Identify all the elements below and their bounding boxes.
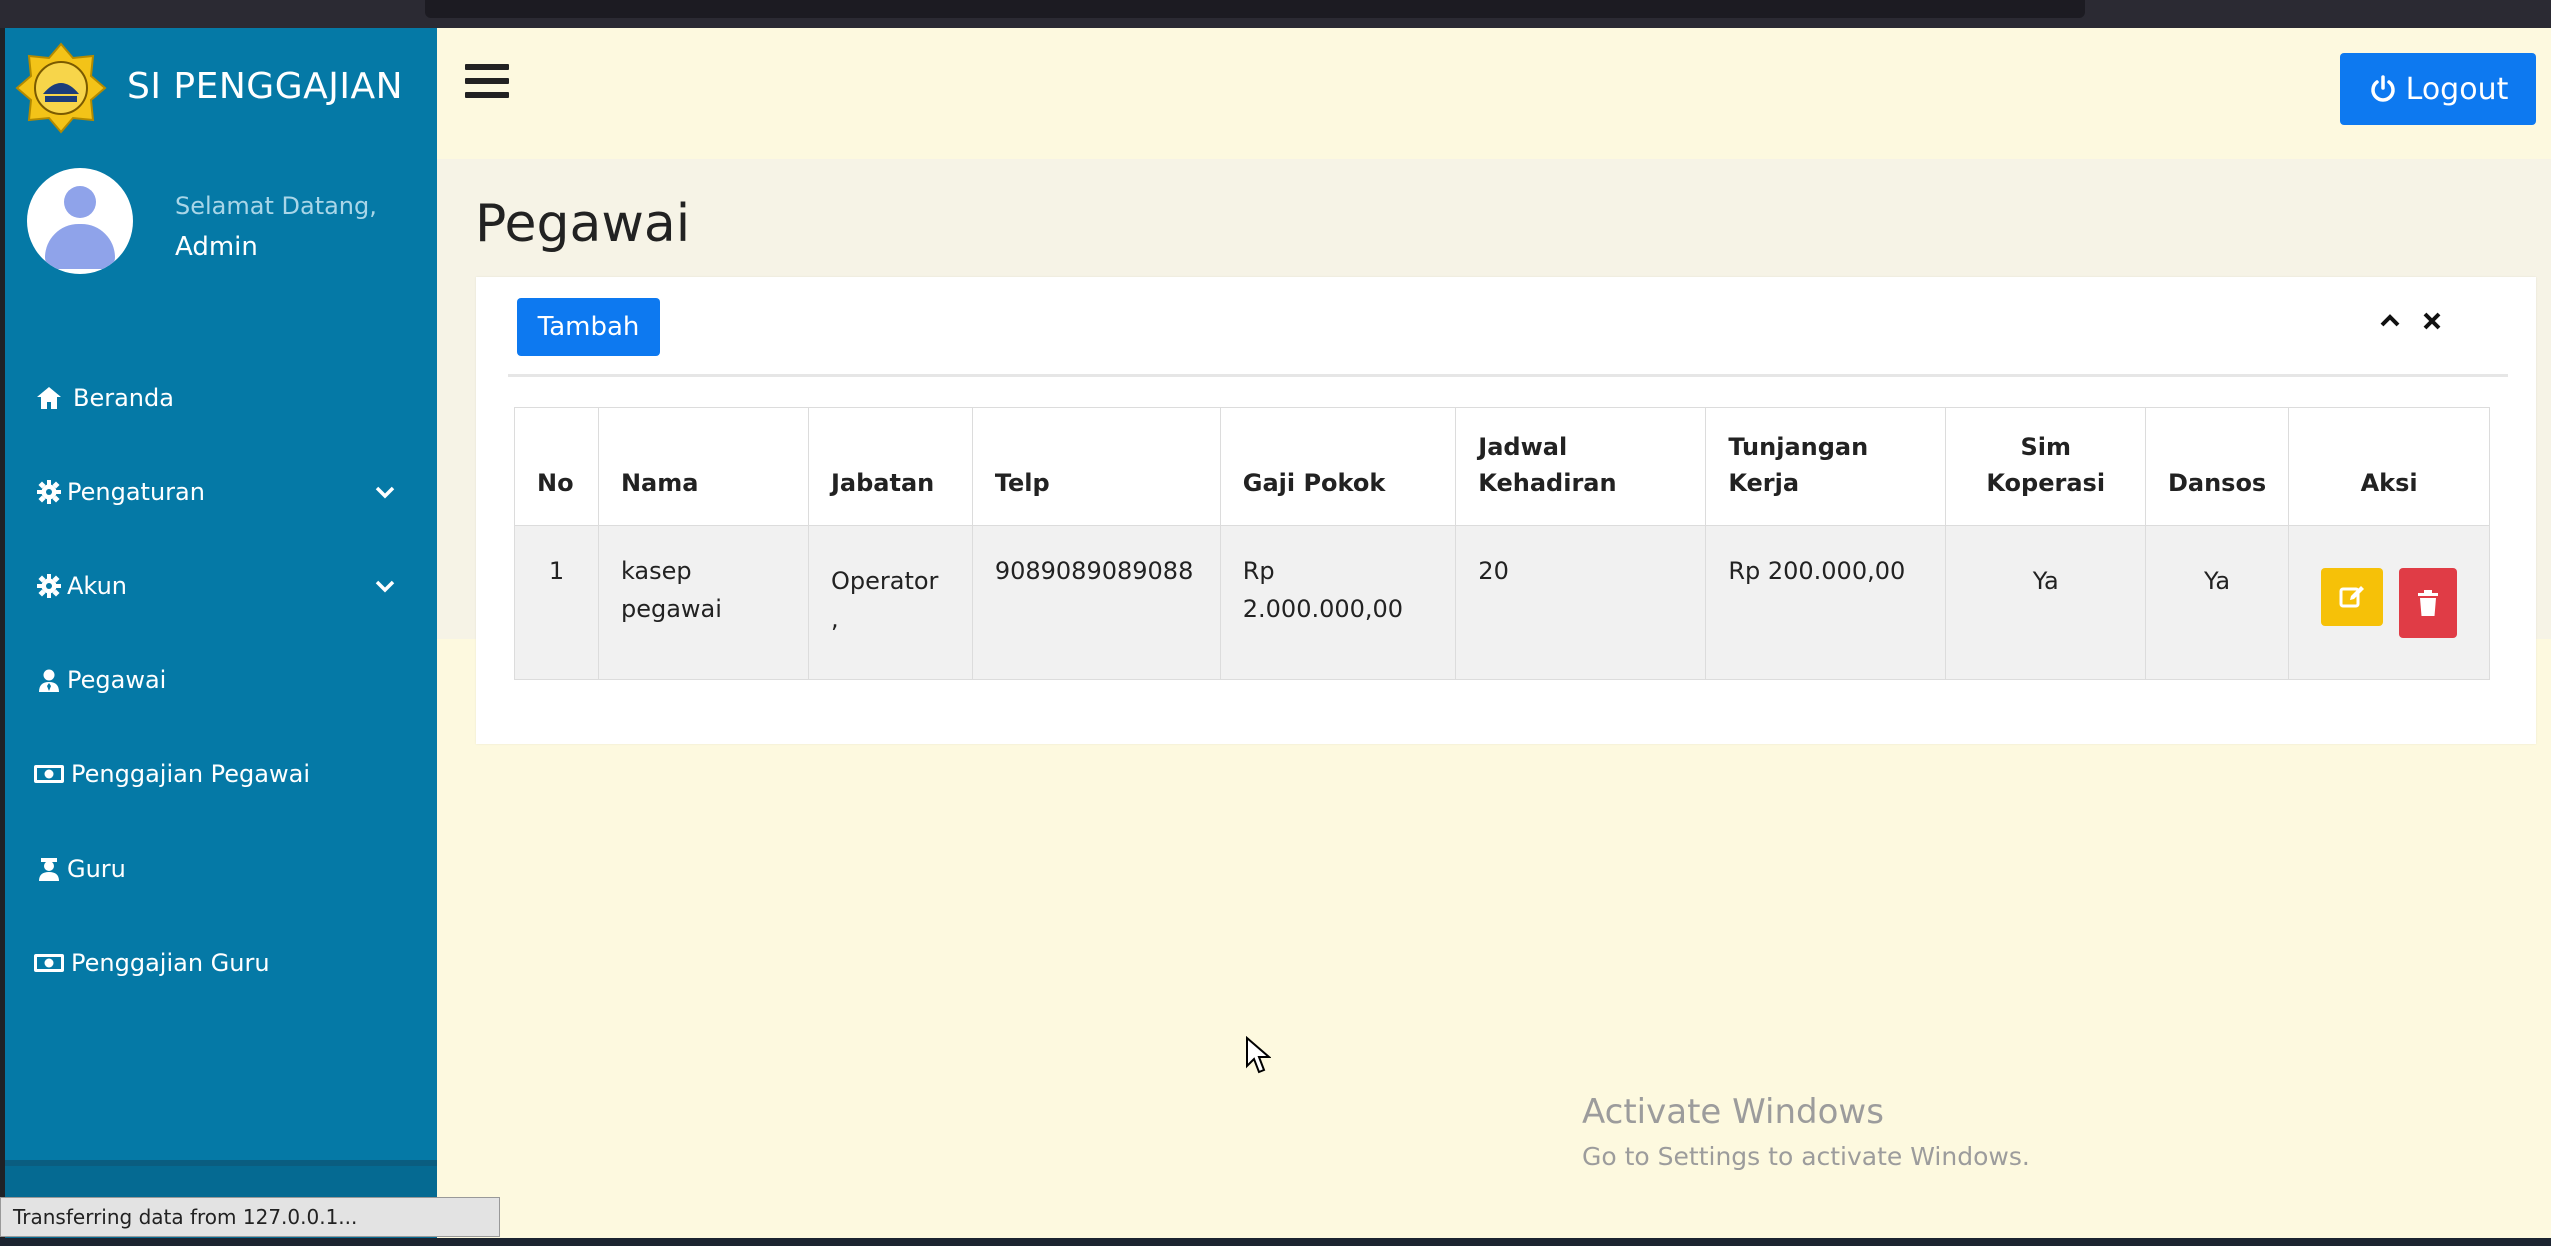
user-panel: Selamat Datang, Admin: [5, 168, 437, 308]
sidebar-item-label: Penggajian Pegawai: [71, 760, 310, 788]
sidebar-item-label: Penggajian Guru: [71, 949, 270, 977]
card-header: Tambah: [508, 277, 2508, 377]
column-header-tunjangan-kerja[interactable]: Tunjangan Kerja: [1705, 407, 1947, 526]
cell-tunjangan-kerja: Rp 200.000,00: [1705, 525, 1947, 680]
browser-status-bar: Transferring data from 127.0.0.1...: [0, 1197, 500, 1237]
sidebar-item-label: Beranda: [73, 384, 174, 412]
sidebar-item-label: Pengaturan: [67, 478, 205, 506]
column-header-jabatan[interactable]: Jabatan: [808, 407, 973, 526]
home-icon: [33, 382, 65, 414]
close-icon[interactable]: [2420, 309, 2444, 333]
chevron-down-icon: [375, 486, 395, 499]
sidebar-item-beranda[interactable]: Beranda: [5, 368, 437, 428]
browser-toolbar: [0, 0, 2551, 28]
sidebar-item-penggajian-guru[interactable]: Penggajian Guru: [5, 933, 437, 993]
chevron-down-icon: [375, 580, 395, 593]
column-header-sim-koperasi[interactable]: Sim Koperasi: [1945, 407, 2146, 526]
cell-dansos: Ya: [2144, 525, 2290, 680]
gear-icon: [33, 476, 65, 508]
mouse-cursor-icon: [1246, 1036, 1271, 1074]
money-bill-icon: [33, 758, 65, 790]
trash-icon: [2418, 589, 2439, 616]
watermark-subtitle: Go to Settings to activate Windows.: [1582, 1142, 2030, 1171]
top-navbar: Logout: [437, 28, 2551, 159]
sidebar: SI PENGGAJIAN Selamat Datang, Admin Bera…: [5, 28, 437, 1238]
card-tools: [2378, 309, 2444, 333]
column-header-dansos[interactable]: Dansos: [2144, 407, 2290, 526]
cell-sim-koperasi: Ya: [1945, 525, 2146, 680]
sidebar-item-guru[interactable]: Guru: [5, 839, 437, 899]
pegawai-table: No Nama Jabatan Telp Gaji Pokok Jadwal Ke…: [514, 407, 2490, 680]
column-header-gaji-pokok[interactable]: Gaji Pokok: [1219, 407, 1457, 526]
address-bar[interactable]: [425, 0, 2085, 18]
edit-button[interactable]: [2321, 567, 2384, 626]
sidebar-item-penggajian-pegawai[interactable]: Penggajian Pegawai: [5, 744, 437, 804]
teacher-icon: [33, 853, 65, 885]
cell-jabatan: Operator,: [808, 525, 973, 680]
sidebar-item-pegawai[interactable]: Pegawai: [5, 650, 437, 710]
sidebar-item-label: Guru: [67, 855, 126, 883]
cell-aksi: [2288, 525, 2490, 680]
sidebar-item-akun[interactable]: Akun: [5, 556, 437, 616]
delete-button[interactable]: [2399, 567, 2458, 638]
cell-nama: kasep pegawai: [597, 525, 810, 680]
sidebar-item-label: Pegawai: [67, 666, 167, 694]
watermark-title: Activate Windows: [1582, 1092, 1884, 1132]
cell-no: 1: [514, 525, 599, 680]
logout-label: Logout: [2405, 71, 2509, 107]
activate-windows-watermark: Activate Windows Go to Settings to activ…: [1582, 1092, 2030, 1171]
column-header-nama[interactable]: Nama: [597, 407, 810, 526]
column-header-jadwal-kehadiran[interactable]: Jadwal Kehadiran: [1455, 407, 1707, 526]
table-row: 1 kasep pegawai Operator, 9089089089088 R…: [514, 525, 2490, 680]
logout-button[interactable]: Logout: [2340, 53, 2536, 125]
cell-jadwal-kehadiran: 20: [1455, 525, 1707, 680]
money-bill-icon: [33, 947, 65, 979]
user-name: Admin: [175, 232, 258, 262]
main-area: Logout Pegawai Tambah No Nama Jabatan Te…: [437, 28, 2551, 1238]
add-button[interactable]: Tambah: [517, 298, 660, 356]
data-card: Tambah No Nama Jabatan Telp Gaji Pokok J…: [476, 277, 2536, 744]
brand-logo-icon: [15, 42, 107, 134]
brand-title: SI PENGGAJIAN: [127, 66, 404, 107]
user-tie-icon: [33, 664, 65, 696]
column-header-aksi: Aksi: [2288, 407, 2490, 526]
os-taskbar: [0, 1238, 2551, 1246]
collapse-icon[interactable]: [2378, 309, 2402, 333]
cell-gaji-pokok: Rp 2.000.000,00: [1219, 525, 1457, 680]
sidebar-item-pengaturan[interactable]: Pengaturan: [5, 462, 437, 522]
power-icon: [2370, 75, 2395, 102]
welcome-text: Selamat Datang,: [175, 192, 377, 220]
sidebar-item-label: Akun: [67, 572, 127, 600]
edit-icon: [2339, 585, 2365, 607]
page-title: Pegawai: [475, 194, 691, 254]
gear-icon: [33, 570, 65, 602]
cell-telp: 9089089089088: [971, 525, 1221, 680]
content-wrapper: Pegawai Tambah No Nama Jabatan Telp Gaji…: [437, 159, 2551, 1238]
column-header-telp[interactable]: Telp: [971, 407, 1221, 526]
column-header-no[interactable]: No: [514, 407, 599, 526]
menu-toggle-icon[interactable]: [465, 64, 509, 100]
avatar: [27, 168, 133, 274]
table-header-row: No Nama Jabatan Telp Gaji Pokok Jadwal Ke…: [514, 407, 2490, 526]
brand[interactable]: SI PENGGAJIAN: [5, 28, 437, 143]
